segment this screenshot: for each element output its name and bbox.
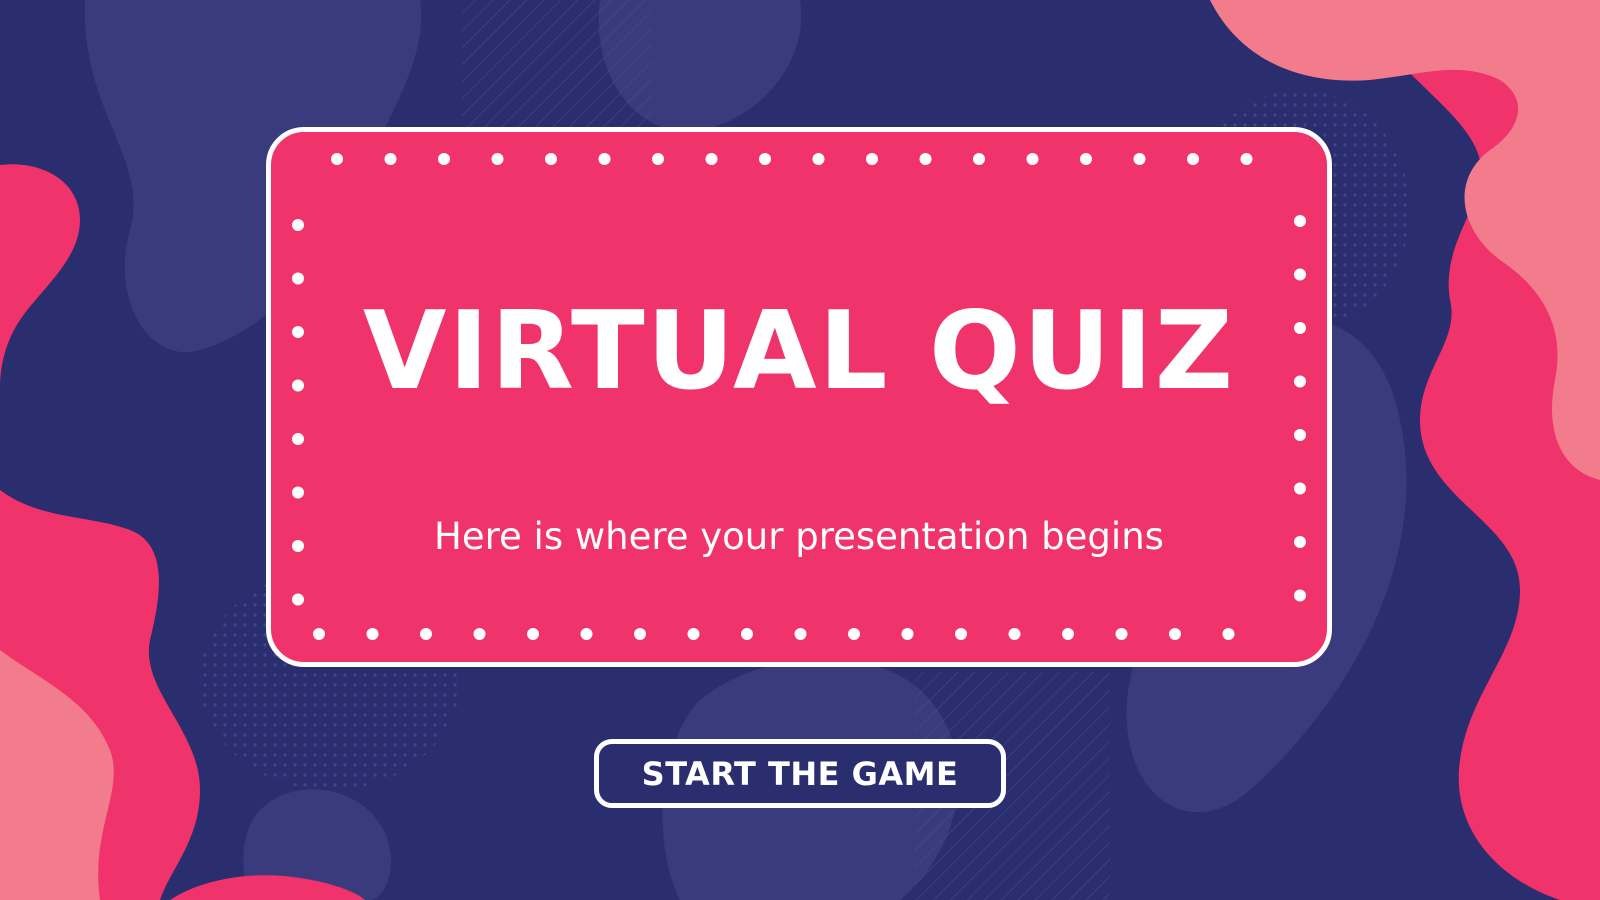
border-dot <box>705 153 718 165</box>
border-dot <box>866 153 878 165</box>
border-dot <box>1080 153 1092 165</box>
border-dot <box>1008 628 1021 640</box>
border-dot <box>1169 628 1181 640</box>
start-game-button[interactable]: START THE GAME <box>594 739 1006 808</box>
border-dot <box>420 628 432 640</box>
border-dot <box>1294 482 1306 495</box>
border-dot <box>491 153 504 165</box>
border-dot <box>1222 628 1235 640</box>
title-card: VIRTUAL QUIZ Here is where your presenta… <box>266 127 1332 667</box>
border-dot <box>812 153 825 165</box>
border-dot <box>1294 215 1306 227</box>
border-dot <box>313 628 325 640</box>
border-dot <box>1133 153 1146 165</box>
border-dot <box>919 153 932 165</box>
border-dot <box>1240 153 1253 165</box>
border-dot <box>438 153 450 165</box>
border-dot <box>759 153 771 165</box>
border-dot <box>384 153 397 165</box>
border-dot <box>901 628 914 640</box>
border-dot <box>1294 589 1306 602</box>
border-dot <box>973 153 985 165</box>
border-dot <box>292 593 304 606</box>
border-dot <box>366 628 379 640</box>
border-dot <box>1294 268 1306 281</box>
border-dot <box>292 486 304 499</box>
border-dot <box>580 628 593 640</box>
border-dot <box>473 628 486 640</box>
border-dot <box>292 272 304 285</box>
border-dot <box>527 628 539 640</box>
border-dot <box>1294 429 1306 441</box>
border-dot <box>1062 628 1074 640</box>
page-subtitle: Here is where your presentation begins <box>434 515 1164 558</box>
border-dot <box>794 628 807 640</box>
border-dot <box>848 628 860 640</box>
border-dot <box>545 153 557 165</box>
border-dot <box>292 219 304 231</box>
slide-canvas: VIRTUAL QUIZ Here is where your presenta… <box>0 0 1600 900</box>
border-dot <box>741 628 753 640</box>
border-dot <box>687 628 700 640</box>
diagonal-stripes-top <box>462 0 652 130</box>
border-dot <box>1187 153 1199 165</box>
border-dot <box>955 628 967 640</box>
border-dot <box>634 628 646 640</box>
page-title: VIRTUAL QUIZ <box>362 289 1236 414</box>
border-dot <box>1026 153 1039 165</box>
border-dot <box>1115 628 1128 640</box>
border-dot <box>598 153 611 165</box>
border-dot <box>292 433 304 445</box>
border-dot <box>331 153 343 165</box>
border-dot <box>652 153 664 165</box>
